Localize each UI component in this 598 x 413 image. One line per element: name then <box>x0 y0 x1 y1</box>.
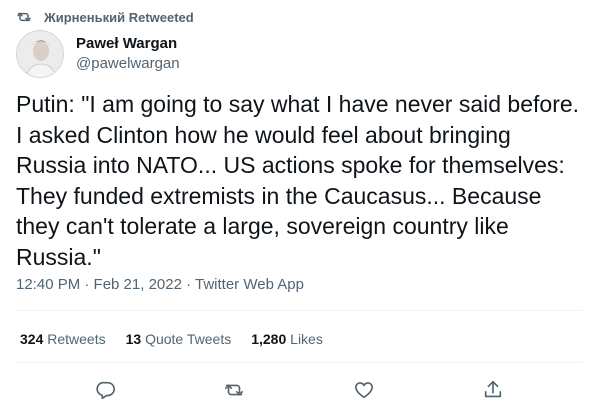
divider <box>16 362 582 363</box>
avatar[interactable] <box>16 30 64 78</box>
retweet-banner-text: Жирненький Retweeted <box>44 9 194 25</box>
tweet-text: Putin: "I am going to say what I have ne… <box>16 91 586 270</box>
like-icon <box>354 382 373 399</box>
divider <box>16 310 582 311</box>
likes-stat[interactable]: 1,280 Likes <box>251 331 323 347</box>
reply-button[interactable] <box>87 372 123 408</box>
retweets-stat[interactable]: 324 Retweets <box>20 331 106 347</box>
retweet-icon <box>225 384 244 396</box>
retweet-icon <box>17 12 31 22</box>
tweet-stats: 324 Retweets 13 Quote Tweets 1,280 Likes <box>20 331 323 347</box>
quotes-stat[interactable]: 13 Quote Tweets <box>126 331 232 347</box>
reply-icon <box>96 381 115 400</box>
author-display-name[interactable]: Paweł Wargan <box>76 34 180 54</box>
tweet-meta[interactable]: 12:40 PM · Feb 21, 2022 · Twitter Web Ap… <box>16 276 304 293</box>
like-button[interactable] <box>346 372 382 408</box>
share-icon <box>485 380 502 398</box>
action-bar <box>0 370 598 410</box>
retweet-button[interactable] <box>216 372 252 408</box>
share-button[interactable] <box>475 372 511 408</box>
author-block[interactable]: Paweł Wargan @pawelwargan <box>16 30 180 78</box>
retweet-banner: Жирненький Retweeted <box>16 7 194 27</box>
author-handle[interactable]: @pawelwargan <box>76 54 180 74</box>
